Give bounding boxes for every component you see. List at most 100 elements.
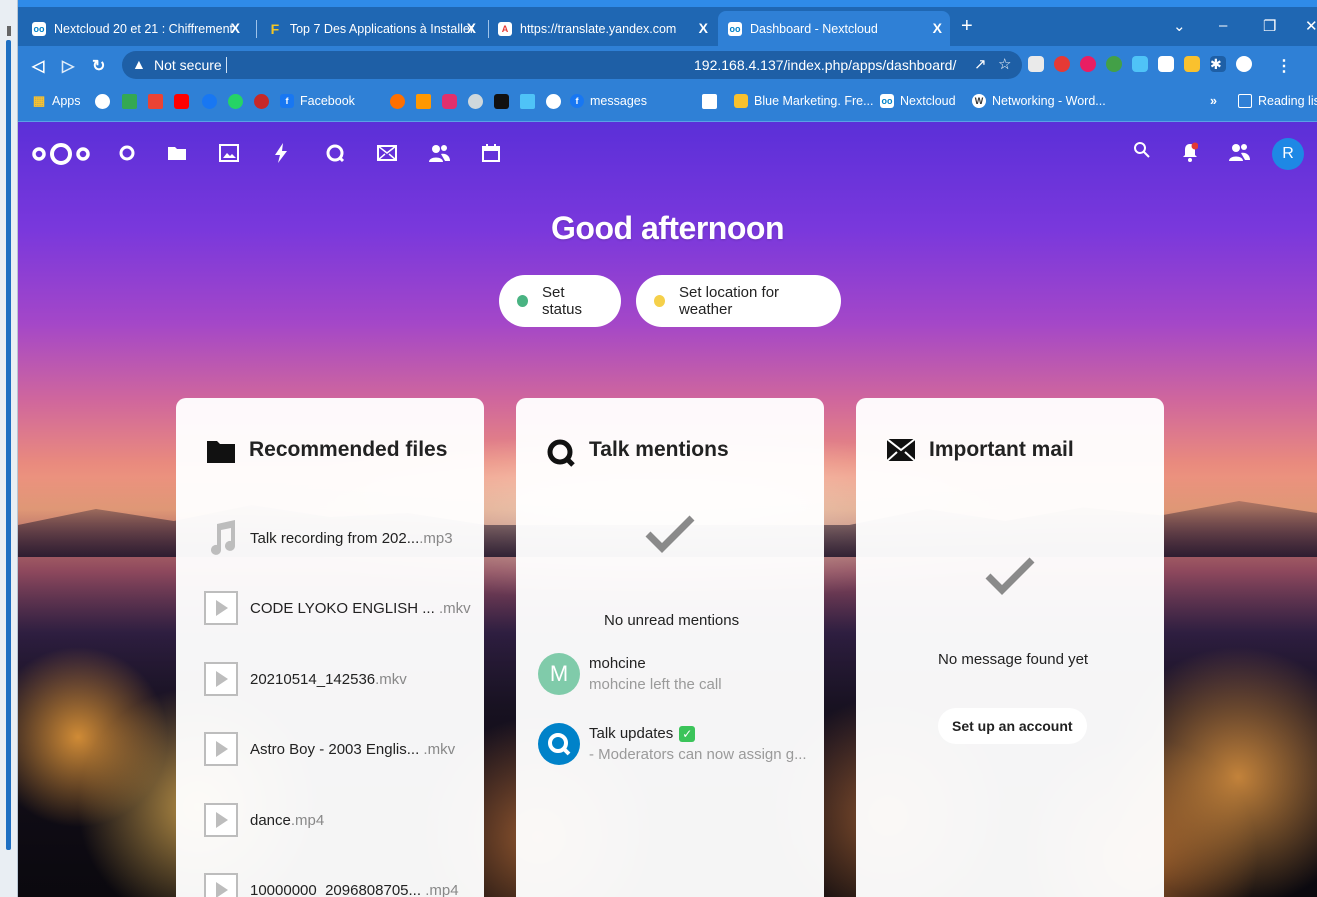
- address-bar[interactable]: ▲ Not secure 192.168.4.137/index.php/app…: [122, 51, 1022, 79]
- bookmark-star-icon[interactable]: ☆: [998, 55, 1011, 73]
- bookmark-yellow-icon: [734, 94, 748, 108]
- tab-close-icon[interactable]: X: [231, 20, 240, 36]
- notifications-bell-icon[interactable]: [1182, 142, 1199, 167]
- greeting-title: Good afternoon: [551, 210, 784, 246]
- extension-6-icon[interactable]: [1158, 56, 1174, 72]
- window-edge-bar: [6, 40, 11, 850]
- new-tab-button[interactable]: +: [961, 15, 973, 38]
- mention-sub: mohcine left the call: [589, 676, 722, 693]
- file-item[interactable]: 10000000_2096808705... .mp4: [204, 870, 459, 897]
- contacts-menu-icon[interactable]: [1228, 142, 1250, 167]
- bookmark-y-icon[interactable]: [390, 94, 405, 109]
- tab-title: Top 7 Des Applications à Installer: [289, 21, 474, 36]
- contacts-app-icon[interactable]: [428, 142, 450, 164]
- share-icon[interactable]: ↗: [974, 55, 987, 73]
- file-item[interactable]: Astro Boy - 2003 Englis... .mkv: [204, 729, 455, 769]
- bookmark-apps[interactable]: ▦ Apps: [32, 93, 81, 108]
- instagram-icon[interactable]: [442, 94, 457, 109]
- talk-icon: [546, 438, 576, 467]
- bookmark-white-icon[interactable]: [702, 94, 717, 109]
- google-icon[interactable]: [95, 94, 110, 109]
- tab-dashboard-nextcloud[interactable]: oo Dashboard - Nextcloud X: [718, 11, 950, 46]
- tiktok-icon[interactable]: [494, 94, 509, 109]
- bookmark-label: Apps: [52, 94, 81, 108]
- gmail-icon[interactable]: [148, 94, 163, 109]
- reading-list-icon: [1238, 94, 1252, 108]
- mention-name: Talk updates ✓: [589, 725, 807, 743]
- dashboard-app-icon[interactable]: [116, 142, 138, 164]
- file-item[interactable]: CODE LYOKO ENGLISH ... .mkv: [204, 588, 471, 628]
- drive-icon[interactable]: [122, 94, 137, 109]
- bookmark-messages[interactable]: f messages: [570, 94, 647, 108]
- mail-icon: [886, 438, 916, 466]
- bookmark-blue-marketing[interactable]: Blue Marketing. Fre...: [734, 94, 874, 108]
- bookmark-networking[interactable]: W Networking - Word...: [972, 94, 1106, 108]
- reload-icon[interactable]: ↻: [92, 56, 105, 76]
- extension-3-icon[interactable]: [1080, 56, 1096, 72]
- tab-yandex-translate[interactable]: A https://translate.yandex.com X: [488, 11, 716, 46]
- checkmark-icon: [984, 556, 1036, 596]
- forward-icon[interactable]: ▷: [62, 56, 74, 76]
- tab-close-icon[interactable]: X: [933, 20, 942, 36]
- tab-close-icon[interactable]: X: [467, 20, 476, 36]
- overflow-chevron-icon: »: [1210, 94, 1217, 108]
- extension-5-icon[interactable]: [1132, 56, 1148, 72]
- bookmark-red-icon[interactable]: [254, 94, 269, 109]
- extensions-puzzle-icon[interactable]: ✱: [1210, 56, 1226, 72]
- close-window-icon[interactable]: ✕: [1305, 17, 1317, 35]
- video-file-icon: [204, 731, 238, 767]
- minimize-icon[interactable]: –: [1219, 17, 1227, 34]
- file-item[interactable]: dance.mp4: [204, 800, 324, 840]
- bookmark-orange-icon[interactable]: [416, 94, 431, 109]
- whatsapp-icon[interactable]: [228, 94, 243, 109]
- file-item[interactable]: Talk recording from 202....mp3: [204, 518, 453, 558]
- set-weather-button[interactable]: Set location for weather: [636, 275, 841, 327]
- bookmark-blue-icon[interactable]: [520, 94, 535, 109]
- bookmark-reading-list[interactable]: Reading lis: [1238, 94, 1317, 108]
- extension-2-icon[interactable]: [1054, 56, 1070, 72]
- nextcloud-logo-icon[interactable]: [30, 142, 92, 171]
- set-up-account-button[interactable]: Set up an account: [938, 708, 1087, 744]
- tab-nextcloud-chiffrement[interactable]: oo Nextcloud 20 et 21 : Chiffrement X: [22, 11, 248, 46]
- file-name: Astro Boy - 2003 Englis... .mkv: [250, 740, 456, 758]
- extension-4-icon[interactable]: [1106, 56, 1122, 72]
- search-icon[interactable]: [1134, 142, 1150, 163]
- set-status-button[interactable]: Set status: [499, 275, 621, 327]
- calendar-app-icon[interactable]: [480, 142, 502, 164]
- files-app-icon[interactable]: [166, 142, 188, 164]
- restore-icon[interactable]: ❐: [1263, 17, 1276, 35]
- warning-icon[interactable]: ▲: [132, 56, 146, 72]
- bookmark-grey-icon[interactable]: [468, 94, 483, 109]
- photos-app-icon[interactable]: [218, 142, 240, 164]
- mail-app-icon[interactable]: [376, 142, 398, 164]
- back-icon[interactable]: ◁: [32, 56, 44, 76]
- youtube-icon[interactable]: [174, 94, 189, 109]
- activity-app-icon[interactable]: [270, 142, 292, 164]
- translate-favicon-icon: A: [498, 21, 512, 36]
- bookmark-label: Nextcloud: [900, 94, 956, 108]
- left-window-edge: [0, 0, 18, 897]
- mention-item[interactable]: Talk updates ✓ - Moderators can now assig…: [538, 723, 807, 765]
- url-text[interactable]: 192.168.4.137/index.php/apps/dashboard/: [694, 57, 956, 73]
- mention-text: Talk updates ✓ - Moderators can now assig…: [589, 725, 807, 763]
- extension-1-icon[interactable]: [1028, 56, 1044, 72]
- facebook-icon[interactable]: [202, 94, 217, 109]
- talk-app-icon[interactable]: [324, 142, 346, 164]
- translate-icon[interactable]: [546, 94, 561, 109]
- tab-top7-applications[interactable]: F Top 7 Des Applications à Installer X: [258, 11, 484, 46]
- tab-search-chevron-icon[interactable]: ⌄: [1173, 17, 1186, 35]
- profile-extension-icon[interactable]: [1236, 56, 1252, 72]
- avatar: M: [538, 653, 580, 695]
- mention-item[interactable]: M mohcine mohcine left the call: [538, 653, 722, 695]
- video-file-icon: [204, 590, 238, 626]
- user-avatar[interactable]: R: [1272, 138, 1304, 170]
- tab-close-icon[interactable]: X: [699, 20, 708, 36]
- file-item[interactable]: 20210514_142536.mkv: [204, 659, 407, 699]
- extension-7-icon[interactable]: [1184, 56, 1200, 72]
- not-secure-label[interactable]: Not secure: [154, 57, 222, 73]
- tab-title: https://translate.yandex.com: [520, 21, 677, 36]
- bookmark-nextcloud[interactable]: oo Nextcloud: [880, 94, 956, 108]
- bookmark-facebook[interactable]: f Facebook: [280, 94, 355, 108]
- bookmarks-overflow[interactable]: »: [1210, 94, 1217, 108]
- menu-dots-icon[interactable]: ⋮: [1276, 56, 1292, 76]
